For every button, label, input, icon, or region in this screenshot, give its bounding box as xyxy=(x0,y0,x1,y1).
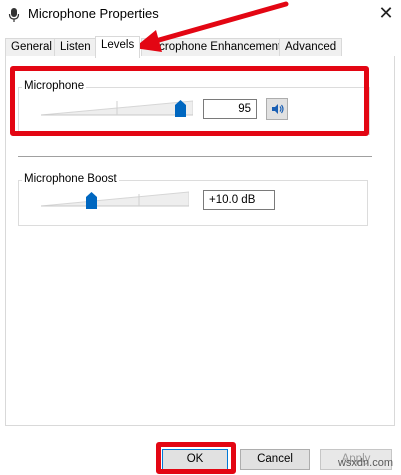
microphone-label: Microphone xyxy=(22,80,87,92)
close-button[interactable]: ✕ xyxy=(371,0,401,30)
slider-ramp xyxy=(41,100,193,116)
microphone-boost-group: Microphone Boost +10.0 dB xyxy=(18,173,368,226)
slider-ramp xyxy=(41,191,189,207)
microphone-slider[interactable] xyxy=(41,98,193,120)
tab-advanced[interactable]: Advanced xyxy=(279,38,343,57)
ok-button[interactable]: OK xyxy=(162,449,228,470)
cancel-button[interactable]: Cancel xyxy=(240,449,310,470)
tab-general[interactable]: General xyxy=(5,38,58,57)
microphone-icon xyxy=(8,8,20,22)
tab-levels[interactable]: Levels xyxy=(95,36,141,58)
watermark: wsxdn.com xyxy=(337,457,393,469)
title-bar: Microphone Properties ✕ xyxy=(0,0,401,30)
window-title: Microphone Properties xyxy=(28,6,159,21)
microphone-level-field[interactable]: 95 xyxy=(203,99,257,119)
microphone-slider-thumb[interactable] xyxy=(174,100,186,117)
microphone-group: Microphone 95 xyxy=(18,80,370,135)
tab-microphone-enhancements[interactable]: Microphone Enhancements xyxy=(141,38,293,57)
microphone-boost-slider-thumb[interactable] xyxy=(86,192,98,209)
microphone-boost-label: Microphone Boost xyxy=(22,173,119,185)
microphone-boost-slider[interactable] xyxy=(41,189,189,211)
group-divider xyxy=(18,156,372,157)
microphone-boost-field[interactable]: +10.0 dB xyxy=(203,190,275,210)
close-icon: ✕ xyxy=(378,3,394,24)
tab-listen[interactable]: Listen xyxy=(54,38,97,57)
mute-button[interactable] xyxy=(266,98,288,120)
levels-panel: Microphone 95 Microphone Boost +10.0 dB xyxy=(5,56,395,426)
speaker-icon xyxy=(272,104,284,114)
